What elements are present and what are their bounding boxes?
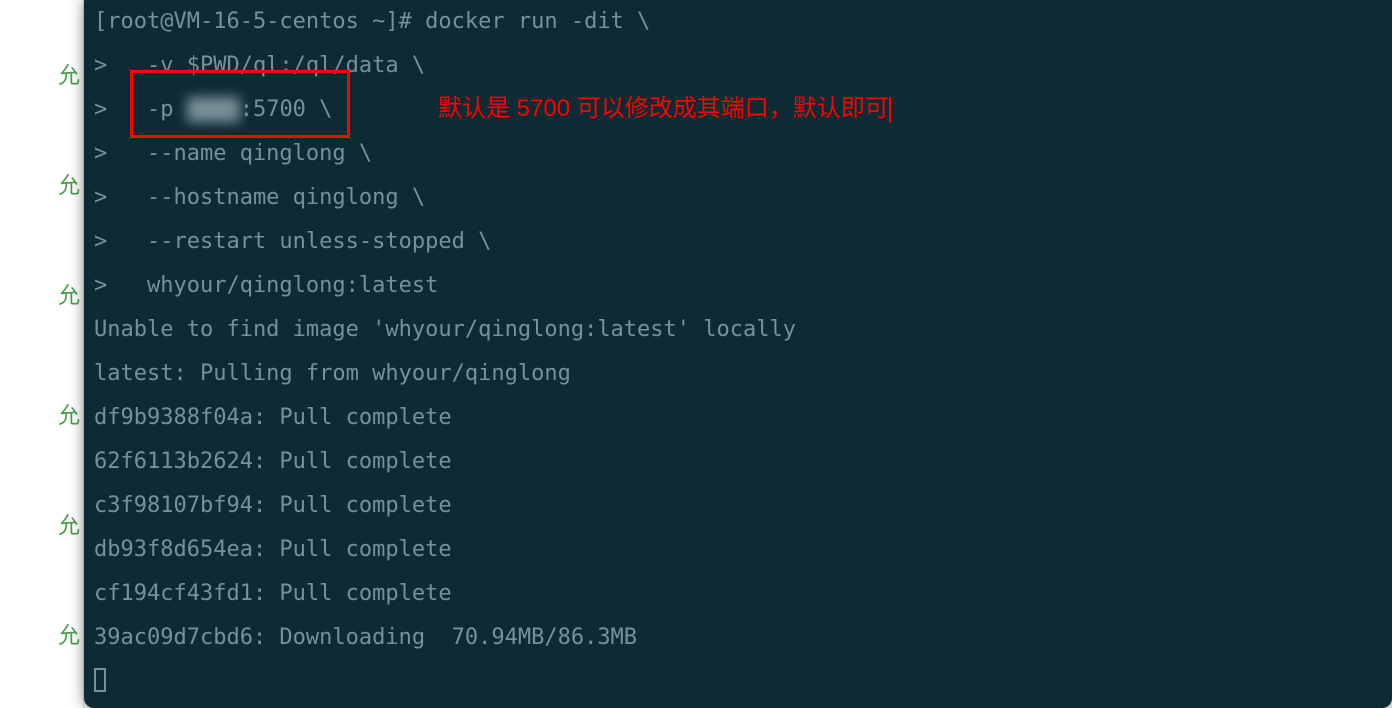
terminal-line: c3f98107bf94: Pull complete	[94, 484, 1382, 528]
annotation-text: 默认是 5700 可以修改成其端口，默认即可	[438, 88, 891, 123]
terminal-text: > -p	[94, 97, 187, 122]
sidebar-char: 允	[58, 398, 80, 430]
terminal-line: 62f6113b2624: Pull complete	[94, 440, 1382, 484]
sidebar-char: 允	[58, 278, 80, 310]
terminal-line: > whyour/qinglong:latest	[94, 264, 1382, 308]
terminal-line: > --name qinglong \	[94, 132, 1382, 176]
terminal-line: > -v $PWD/ql:/ql/data \	[94, 44, 1382, 88]
terminal-line: > --hostname qinglong \	[94, 176, 1382, 220]
terminal-line: Unable to find image 'whyour/qinglong:la…	[94, 308, 1382, 352]
terminal-text: :5700 \	[240, 97, 333, 122]
terminal-line: db93f8d654ea: Pull complete	[94, 528, 1382, 572]
terminal-line: df9b9388f04a: Pull complete	[94, 396, 1382, 440]
terminal-cursor-line	[94, 660, 1382, 704]
terminal-line: latest: Pulling from whyour/qinglong	[94, 352, 1382, 396]
sidebar-char: 允	[58, 508, 80, 540]
sidebar-char: 允	[58, 58, 80, 90]
terminal-line: [root@VM-16-5-centos ~]# docker run -dit…	[94, 0, 1382, 44]
sidebar-strip: 允 允 允 允 允 允	[0, 0, 84, 708]
sidebar-char: 允	[58, 618, 80, 650]
redacted-port: XXXX	[187, 97, 240, 122]
sidebar-char: 允	[58, 168, 80, 200]
terminal-line: > --restart unless-stopped \	[94, 220, 1382, 264]
cursor-icon	[94, 668, 106, 692]
terminal-line: 39ac09d7cbd6: Downloading 70.94MB/86.3MB	[94, 616, 1382, 660]
terminal-line: cf194cf43fd1: Pull complete	[94, 572, 1382, 616]
annotation-label: 默认是 5700 可以修改成其端口，默认即可	[438, 95, 889, 122]
text-caret-icon	[889, 97, 891, 123]
